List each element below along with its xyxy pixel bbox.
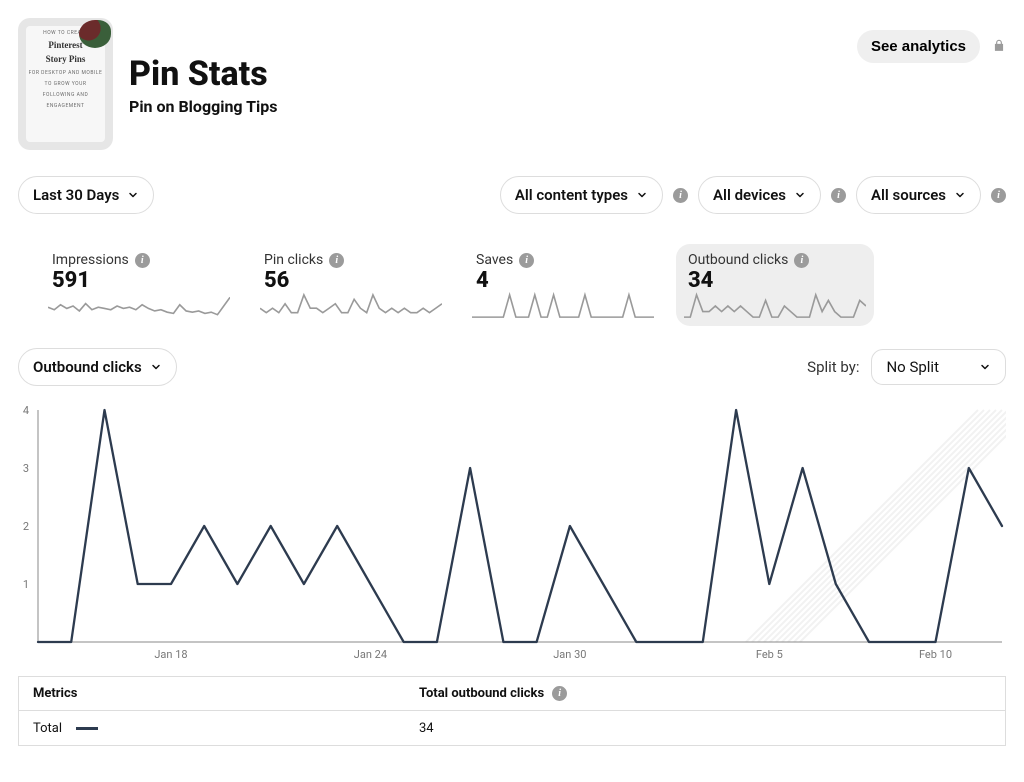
info-icon[interactable]: i bbox=[794, 253, 809, 268]
metric-card-saves[interactable]: Savesi 4 bbox=[464, 244, 662, 326]
thumb-text: FOLLOWING AND bbox=[43, 92, 89, 98]
thumb-text: ENGAGEMENT bbox=[47, 103, 85, 109]
page-subtitle: Pin on Blogging Tips bbox=[129, 97, 278, 116]
metrics-table: Metrics Total outbound clicks i Total 34 bbox=[18, 676, 1006, 746]
sparkline-saves bbox=[472, 292, 654, 320]
svg-text:4: 4 bbox=[23, 404, 29, 417]
info-icon[interactable]: i bbox=[673, 188, 688, 203]
info-icon[interactable]: i bbox=[831, 188, 846, 203]
table-header-metrics: Metrics bbox=[19, 686, 419, 701]
content-type-filter[interactable]: All content types bbox=[500, 176, 663, 214]
svg-text:2: 2 bbox=[23, 520, 29, 533]
metric-label: Saves bbox=[476, 252, 513, 268]
info-icon[interactable]: i bbox=[519, 253, 534, 268]
date-range-label: Last 30 Days bbox=[33, 186, 119, 204]
metric-label: Pin clicks bbox=[264, 252, 323, 268]
chevron-down-icon bbox=[979, 361, 991, 373]
chevron-down-icon bbox=[794, 189, 806, 201]
svg-text:Jan 30: Jan 30 bbox=[553, 648, 586, 661]
split-by-label: Split by: bbox=[807, 358, 859, 376]
svg-text:Jan 18: Jan 18 bbox=[154, 648, 187, 661]
metric-value: 591 bbox=[52, 268, 226, 293]
svg-text:Feb 5: Feb 5 bbox=[756, 648, 783, 661]
metric-value: 4 bbox=[476, 268, 650, 293]
split-by-value: No Split bbox=[886, 358, 939, 376]
table-header-total: Total outbound clicks bbox=[419, 686, 544, 701]
svg-text:1: 1 bbox=[23, 578, 29, 591]
info-icon[interactable]: i bbox=[991, 188, 1006, 203]
table-row: Total 34 bbox=[19, 711, 1005, 745]
metric-card-outbound-clicks[interactable]: Outbound clicks i 34 bbox=[676, 244, 874, 326]
chart-metric-label: Outbound clicks bbox=[33, 358, 142, 376]
info-icon[interactable]: i bbox=[329, 253, 344, 268]
thumb-text: Pinterest bbox=[48, 41, 82, 50]
chevron-down-icon bbox=[636, 189, 648, 201]
chevron-down-icon bbox=[150, 361, 162, 373]
metric-label: Outbound clicks bbox=[688, 252, 788, 268]
chevron-down-icon bbox=[954, 189, 966, 201]
date-range-filter[interactable]: Last 30 Days bbox=[18, 176, 154, 214]
chart-metric-selector[interactable]: Outbound clicks bbox=[18, 348, 177, 386]
info-icon[interactable]: i bbox=[552, 686, 567, 701]
svg-text:Jan 24: Jan 24 bbox=[354, 648, 387, 661]
info-icon[interactable]: i bbox=[135, 253, 150, 268]
content-type-label: All content types bbox=[515, 186, 628, 204]
see-analytics-button[interactable]: See analytics bbox=[857, 30, 980, 63]
lock-icon bbox=[992, 37, 1006, 56]
metric-label: Impressions bbox=[52, 252, 129, 268]
sparkline-outbound-clicks bbox=[684, 292, 866, 320]
metric-value: 56 bbox=[264, 268, 438, 293]
svg-text:Feb 10: Feb 10 bbox=[919, 648, 952, 661]
metric-value: 34 bbox=[688, 268, 862, 293]
series-swatch bbox=[76, 727, 98, 730]
source-filter[interactable]: All sources bbox=[856, 176, 981, 214]
device-filter[interactable]: All devices bbox=[698, 176, 821, 214]
page-title: Pin Stats bbox=[129, 56, 278, 93]
main-chart: 1 2 3 4 Jan 18 Jan 24 Jan 30 Feb 5 Feb 10 bbox=[18, 400, 1006, 668]
sparkline-impressions bbox=[48, 292, 230, 320]
sparkline-pin-clicks bbox=[260, 292, 442, 320]
thumb-text: FOR DESKTOP AND MOBILE bbox=[29, 70, 103, 76]
table-row-value: 34 bbox=[419, 721, 434, 736]
metric-card-impressions[interactable]: Impressions i 591 bbox=[40, 244, 238, 326]
thumb-text: Story Pins bbox=[46, 55, 86, 64]
metric-card-pin-clicks[interactable]: Pin clicks i 56 bbox=[252, 244, 450, 326]
pin-thumbnail[interactable]: HOW TO CREATE Pinterest Story Pins FOR D… bbox=[18, 18, 113, 150]
table-row-label: Total bbox=[33, 721, 62, 736]
source-label: All sources bbox=[871, 186, 946, 204]
split-by-selector[interactable]: No Split bbox=[871, 349, 1006, 385]
thumb-text: TO GROW YOUR bbox=[45, 81, 87, 87]
svg-text:3: 3 bbox=[23, 462, 29, 475]
device-label: All devices bbox=[713, 186, 786, 204]
chevron-down-icon bbox=[127, 189, 139, 201]
